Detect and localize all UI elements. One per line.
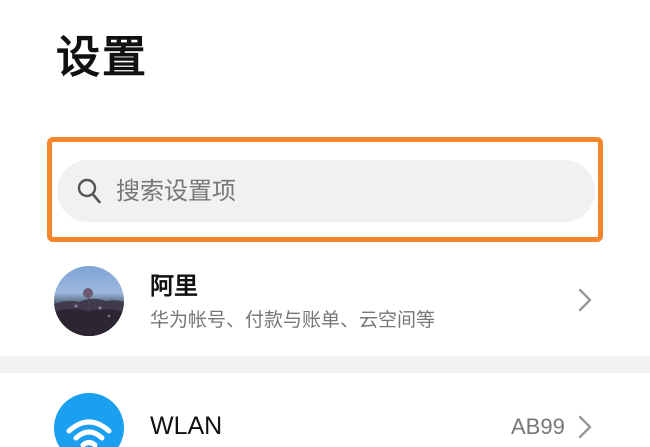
account-row[interactable]: 阿里 华为帐号、付款与账单、云空间等 (0, 262, 650, 344)
search-placeholder: 搜索设置项 (116, 177, 236, 205)
settings-item-label: WLAN (150, 412, 223, 440)
settings-item-value: AB99 (511, 414, 565, 439)
wifi-icon-badge (54, 393, 124, 447)
chevron-right-icon (578, 288, 592, 312)
settings-page: 设置 搜索设置项 阿里 华为帐号、付款与账单、云空间等 WLAN AB99 (0, 0, 650, 447)
account-name: 阿里 (150, 272, 198, 300)
wifi-icon (66, 419, 112, 447)
chevron-right-icon (578, 415, 592, 439)
search-icon (77, 178, 101, 204)
page-title: 设置 (56, 32, 148, 83)
section-divider (0, 356, 650, 373)
settings-item-wlan[interactable]: WLAN AB99 (0, 373, 650, 447)
search-bar[interactable]: 搜索设置项 (57, 160, 595, 222)
avatar (54, 266, 124, 336)
account-subtitle: 华为帐号、付款与账单、云空间等 (150, 309, 436, 331)
